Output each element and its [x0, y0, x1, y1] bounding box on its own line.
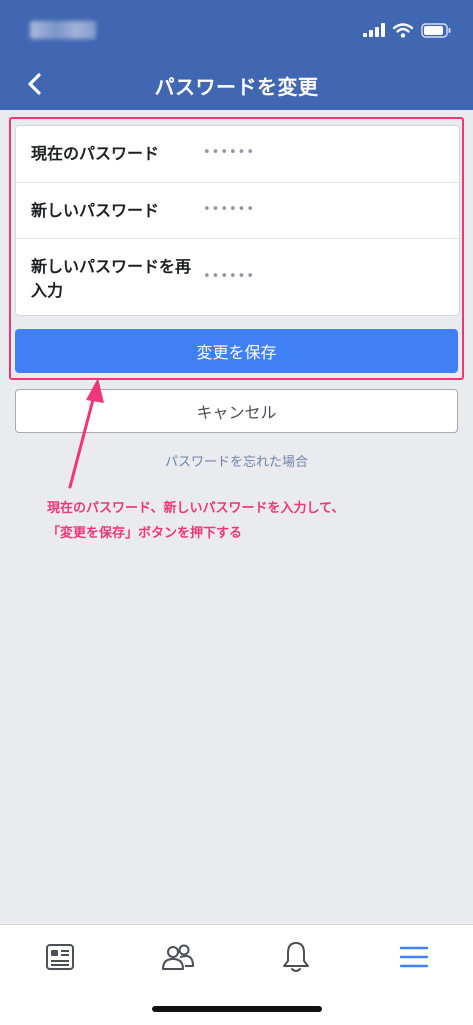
confirm-password-field[interactable]: ••••••	[203, 269, 255, 284]
nav-bar: パスワードを変更	[0, 58, 473, 110]
tab-news-feed[interactable]	[40, 937, 80, 977]
cancel-button[interactable]: キャンセル	[15, 389, 458, 433]
menu-icon	[399, 946, 429, 968]
signal-icon	[363, 23, 385, 37]
tab-notifications[interactable]	[276, 937, 316, 977]
password-form: 現在のパスワード •••••• 新しいパスワード •••••• 新しいパスワード…	[15, 125, 460, 316]
current-password-field[interactable]: ••••••	[203, 145, 255, 160]
tab-friends[interactable]	[158, 937, 198, 977]
friends-icon	[162, 944, 194, 970]
current-password-label: 現在のパスワード	[31, 144, 160, 163]
current-password-row[interactable]: 現在のパスワード ••••••	[16, 126, 459, 183]
new-password-field[interactable]: ••••••	[203, 202, 255, 217]
battery-icon	[421, 22, 451, 38]
bell-icon	[283, 942, 309, 972]
annotation-text: 現在のパスワード、新しいパスワードを入力して、 「変更を保存」ボタンを押下する	[47, 496, 447, 546]
annotation-line-1: 現在のパスワード、新しいパスワードを入力して、	[47, 501, 345, 516]
new-password-label: 新しいパスワード	[31, 201, 160, 220]
tab-menu[interactable]	[394, 937, 434, 977]
home-indicator[interactable]	[152, 1006, 322, 1012]
news-feed-icon	[46, 944, 74, 970]
status-bar	[0, 0, 473, 58]
new-password-row[interactable]: 新しいパスワード ••••••	[16, 183, 459, 239]
forgot-password-link[interactable]: パスワードを忘れた場合	[0, 451, 473, 470]
confirm-password-label: 新しいパスワードを再入力	[31, 257, 192, 300]
carrier-name-blurred	[30, 21, 96, 39]
annotation-line-2: 「変更を保存」ボタンを押下する	[47, 526, 243, 541]
page-title: パスワードを変更	[154, 75, 319, 99]
confirm-password-row[interactable]: 新しいパスワードを再入力 ••••••	[16, 239, 459, 315]
save-changes-button[interactable]: 変更を保存	[15, 329, 458, 373]
wifi-icon	[393, 22, 413, 38]
status-icons	[363, 20, 451, 40]
